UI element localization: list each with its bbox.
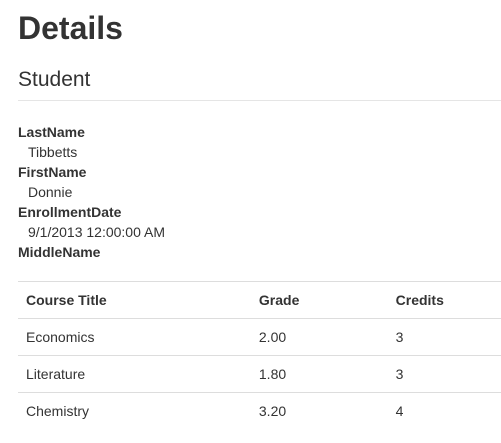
column-header-credits: Credits <box>387 281 501 319</box>
enrollments-table: Course Title Grade Credits Economics 2.0… <box>18 281 501 429</box>
course-title-cell: Economics <box>18 318 251 356</box>
grade-cell: 3.20 <box>250 392 388 429</box>
field-label-lastname: LastName <box>18 124 85 140</box>
field-value-firstname: Donnie <box>28 184 73 200</box>
field-value-enrollmentdate: 9/1/2013 12:00:00 AM <box>28 224 165 240</box>
table-row: Economics 2.00 3 <box>18 318 501 356</box>
grade-cell: 2.00 <box>250 318 388 356</box>
divider <box>18 100 501 101</box>
field-label-enrollmentdate: EnrollmentDate <box>18 204 122 220</box>
course-title-cell: Chemistry <box>18 392 251 429</box>
column-header-grade: Grade <box>250 281 388 319</box>
field-label-firstname: FirstName <box>18 164 87 180</box>
table-row: Chemistry 3.20 4 <box>18 392 501 429</box>
page-title: Details <box>18 10 123 46</box>
field-value-lastname: Tibbetts <box>28 144 78 160</box>
column-header-course-title: Course Title <box>18 281 251 319</box>
section-title: Student <box>18 68 91 91</box>
table-row: Literature 1.80 3 <box>18 355 501 393</box>
credits-cell: 3 <box>387 355 501 393</box>
details-page: Details Student LastName Tibbetts FirstN… <box>0 0 501 443</box>
credits-cell: 3 <box>387 318 501 356</box>
field-label-middlename: MiddleName <box>18 244 101 260</box>
field-value-middlename <box>18 262 488 282</box>
credits-cell: 4 <box>387 392 501 429</box>
course-title-cell: Literature <box>18 355 251 393</box>
table-header-row: Course Title Grade Credits <box>18 281 501 319</box>
grade-cell: 1.80 <box>250 355 388 393</box>
student-details: LastName Tibbetts FirstName Donnie Enrol… <box>18 122 488 282</box>
